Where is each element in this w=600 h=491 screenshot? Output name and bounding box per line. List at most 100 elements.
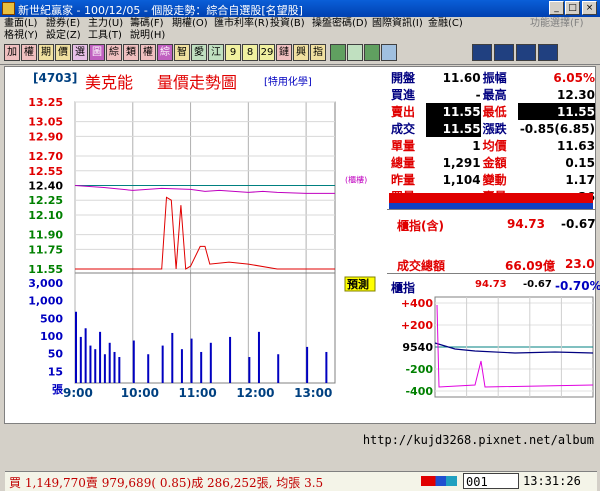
- volume-bar: [79, 336, 82, 383]
- plot-frame: [74, 101, 336, 384]
- tb-jia[interactable]: 加: [4, 44, 20, 61]
- status-bar: 買 1,149,770賣 979,689( 0.85)成 286,252張, 均…: [5, 471, 597, 491]
- code-input[interactable]: 001: [463, 473, 519, 489]
- title-bar: 新世紀贏家 - 100/12/05 - 個股走勢：綜合自選股[名望股] _ □ …: [0, 0, 600, 17]
- page-up-icon[interactable]: [494, 44, 514, 61]
- mini-tick-label: +200: [401, 319, 434, 332]
- tb-zhi[interactable]: 智: [174, 44, 190, 61]
- menu-item-securities[interactable]: 證券(E): [46, 17, 80, 30]
- tb-xuan[interactable]: 選: [72, 44, 88, 61]
- x-tick-label: 9:00: [63, 386, 93, 400]
- tb-8[interactable]: 8: [242, 44, 258, 61]
- menu-item-trading[interactable]: 操盤密碼(D): [312, 17, 368, 30]
- menu-item-settings[interactable]: 設定(Z): [46, 30, 81, 42]
- quote-row: 昨量 1,104 變動 1.17: [387, 171, 595, 188]
- tb-lei[interactable]: 類: [123, 44, 139, 61]
- x-tick-label: 11:00: [179, 386, 217, 400]
- panel-divider: [387, 209, 595, 210]
- quote-value-2: 6.05%: [553, 70, 595, 85]
- volume-bar: [147, 354, 150, 383]
- quote-label: 總量: [391, 156, 416, 170]
- index-label: 櫃指(含): [397, 219, 444, 233]
- volume-bar: [171, 332, 174, 383]
- mini-index-change: -0.67: [523, 279, 552, 290]
- tb-jiang[interactable]: 江: [208, 44, 224, 61]
- quote-row: 賣出 11.55 最低 11.55: [387, 103, 595, 120]
- y-tick-label: 12.25: [28, 194, 63, 207]
- volume-bar: [89, 345, 92, 383]
- menu-item-grid[interactable]: 格視(Y): [4, 30, 38, 42]
- menu-item-function[interactable]: 功能選擇(F): [530, 17, 584, 30]
- quote-label: 買進: [391, 88, 416, 102]
- tb-jia2[interactable]: 價: [55, 44, 71, 61]
- tb-29[interactable]: 29: [259, 44, 275, 61]
- page-down-icon[interactable]: [516, 44, 536, 61]
- quote-label: 單量: [391, 139, 416, 153]
- tb-zong2[interactable]: 綜: [157, 44, 173, 61]
- volume-bar: [257, 331, 260, 383]
- grid-icon[interactable]: [364, 44, 380, 61]
- tb-lian[interactable]: 鏈: [276, 44, 292, 61]
- window-icon[interactable]: [347, 44, 363, 61]
- volume-bar: [325, 351, 328, 383]
- menu-item-forex[interactable]: 匯市利率(R): [214, 17, 269, 30]
- reference-label: (櫃樓): [345, 175, 367, 185]
- quote-row: 總量 1,291 金額 0.15: [387, 154, 595, 171]
- volume-bar: [113, 351, 116, 383]
- menu-item-chips[interactable]: 籌碼(F): [130, 17, 164, 30]
- tb-zong[interactable]: 綜: [106, 44, 122, 61]
- esc-key-icon[interactable]: [472, 44, 492, 61]
- turnover-value: 66.09億: [505, 259, 555, 273]
- menu-item-tools[interactable]: 工具(T): [88, 30, 122, 42]
- quote-value-2: 11.55: [517, 103, 595, 120]
- volume-bar: [84, 328, 87, 383]
- mini-index-chart: +400 +200 9540 -200 -400: [401, 296, 594, 398]
- tb-xing[interactable]: 興: [293, 44, 309, 61]
- menu-item-help[interactable]: 說明(H): [130, 30, 165, 42]
- y-tick-label: 13.05: [28, 116, 63, 129]
- quote-label-2: 變動: [482, 173, 507, 187]
- quote-value-2: 0.15: [565, 155, 595, 170]
- window-title: 新世紀贏家 - 100/12/05 - 個股走勢：綜合自選股[名望股]: [18, 4, 303, 17]
- volume-tick-label: 1,000: [28, 295, 63, 308]
- window-icon[interactable]: [538, 44, 558, 61]
- menu-item-finance[interactable]: 金融(C): [428, 17, 463, 30]
- quote-row: 單量 1 均價 11.63: [387, 137, 595, 154]
- maximize-button[interactable]: □: [565, 1, 580, 15]
- menu-item-invest[interactable]: 投資(B): [270, 17, 305, 30]
- tb-quan2[interactable]: 權: [140, 44, 156, 61]
- volume-bar: [306, 346, 309, 383]
- menu-item-options[interactable]: 期權(O): [172, 17, 208, 30]
- menu-item-screen[interactable]: 畫面(L): [4, 17, 37, 30]
- x-tick-label: 10:00: [121, 386, 159, 400]
- tb-tu[interactable]: 圖: [89, 44, 105, 61]
- quote-value-2: 1.17: [565, 172, 595, 187]
- quote-label-2: 均價: [482, 139, 507, 153]
- tb-ai[interactable]: 愛: [191, 44, 207, 61]
- tb-9[interactable]: 9: [225, 44, 241, 61]
- price-volume-chart: 9:00 10:00 11:00 12:00 13:00 13.25 13.0512.90 1…: [28, 96, 376, 400]
- x-tick-label: 12:00: [236, 386, 274, 400]
- settings-icon[interactable]: [381, 44, 397, 61]
- index-value: 94.73: [507, 217, 545, 231]
- y-tick-label: 11.55: [28, 263, 63, 276]
- url-watermark: http://kujd3268.pixnet.net/album: [0, 431, 600, 450]
- quote-row: 成交 11.55 漲跌 -0.85(6.85): [387, 120, 595, 137]
- volume-tick-label: 3,000: [28, 277, 63, 290]
- quote-value: 1,104: [442, 172, 481, 187]
- menu-item-main[interactable]: 主力(U): [88, 17, 123, 30]
- mini-tick-label: -200: [405, 363, 433, 376]
- menu-item-intl[interactable]: 國際資訊(I): [372, 17, 423, 30]
- tb-quan[interactable]: 權: [21, 44, 37, 61]
- minimize-button[interactable]: _: [549, 1, 564, 15]
- quote-label: 昨量: [391, 173, 416, 187]
- grid-icon[interactable]: [330, 44, 346, 61]
- volume-bar: [99, 331, 102, 383]
- index-change: -0.67: [561, 217, 596, 231]
- quote-value-2: 11.63: [557, 138, 595, 153]
- tb-qi[interactable]: 期: [38, 44, 54, 61]
- close-button[interactable]: ×: [582, 1, 597, 15]
- quote-value: 11.60: [442, 70, 481, 85]
- tb-zhi2[interactable]: 指: [310, 44, 326, 61]
- quote-label-2: 金額: [482, 156, 507, 170]
